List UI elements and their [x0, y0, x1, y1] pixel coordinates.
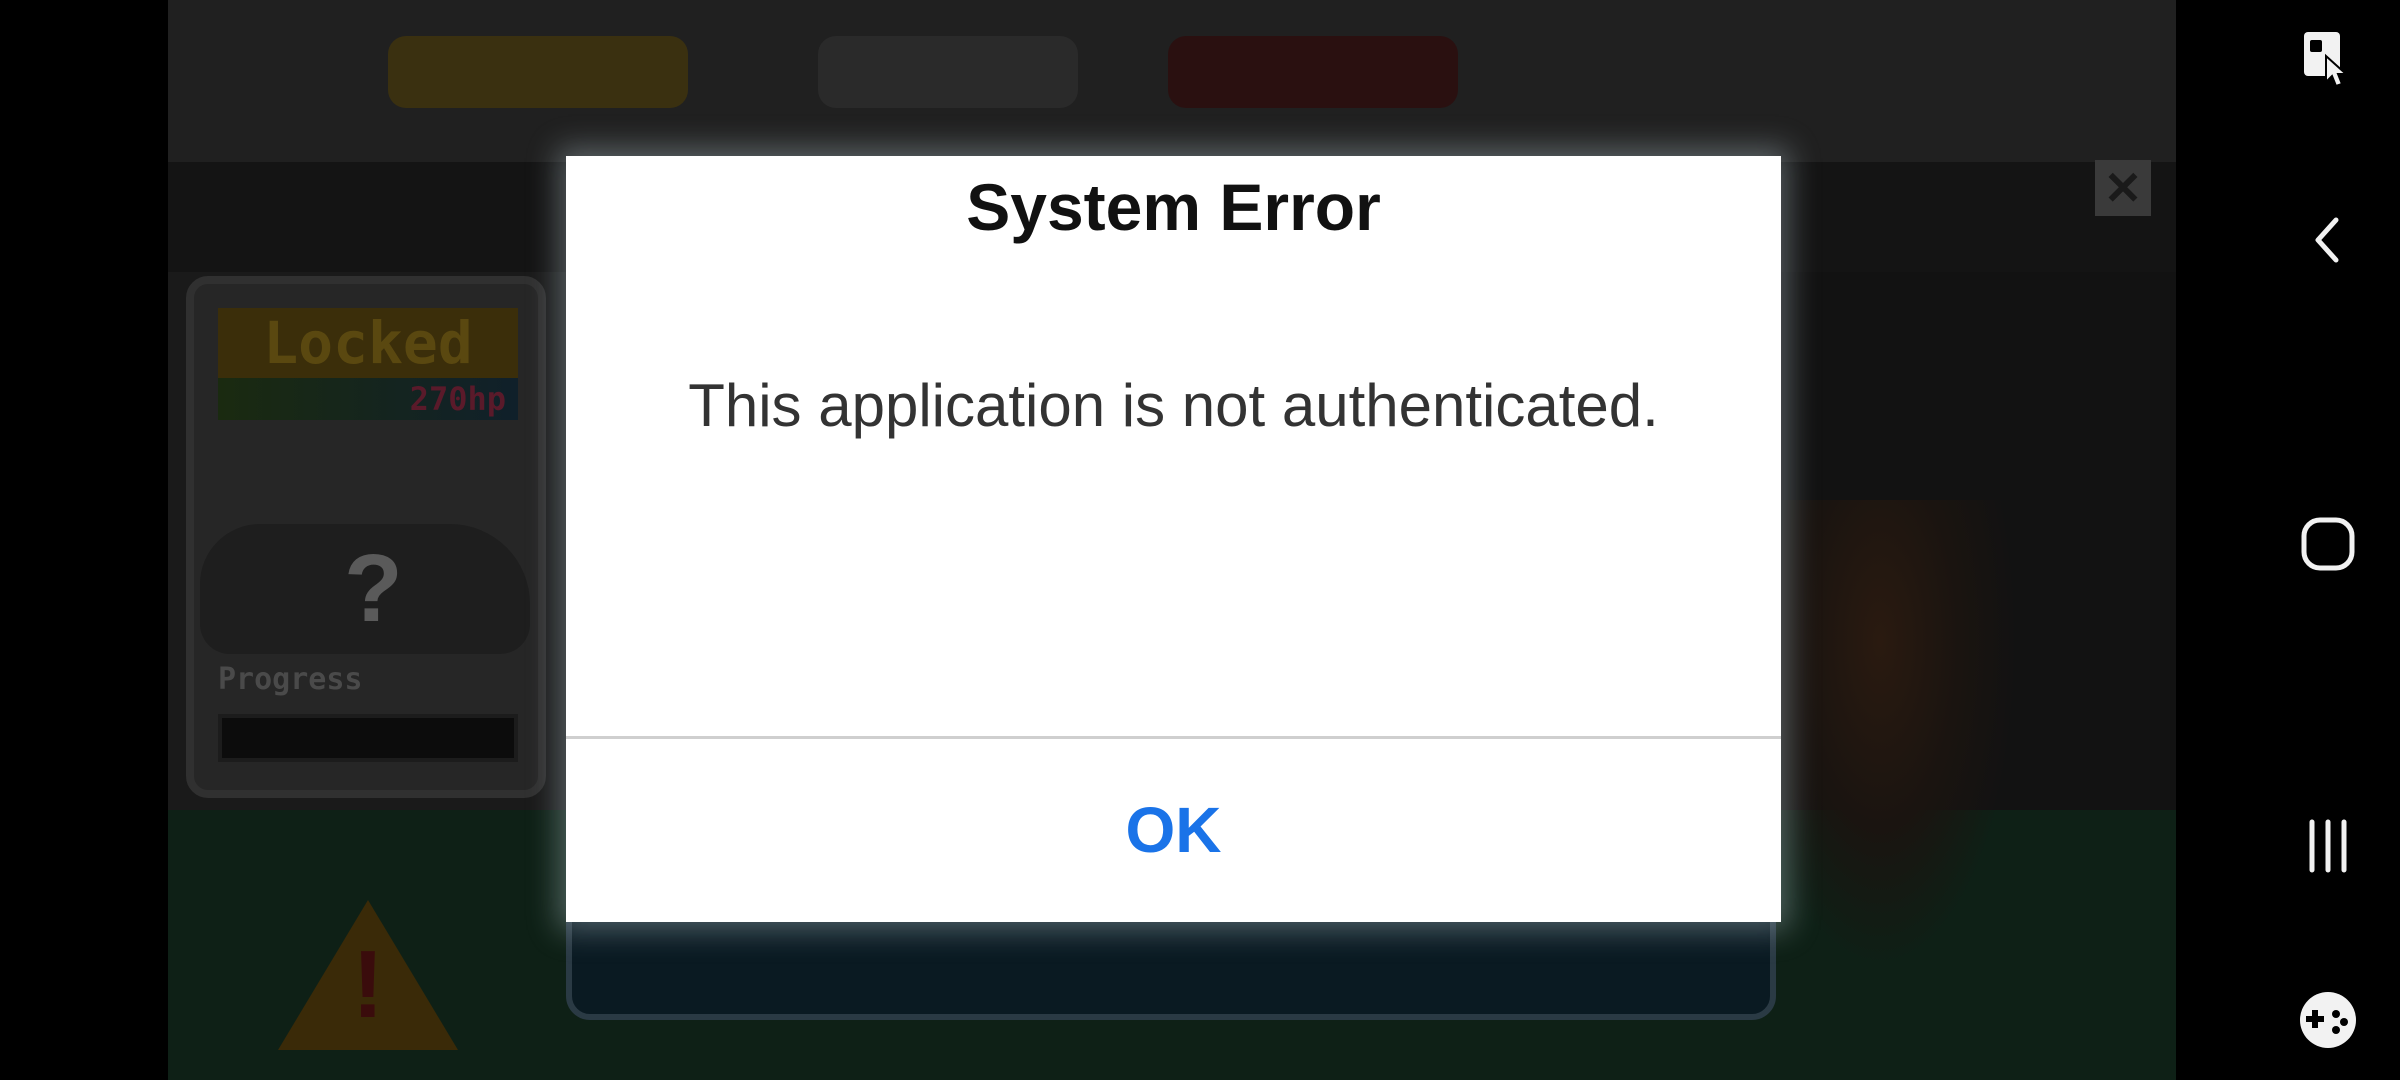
recents-icon[interactable]: [2268, 796, 2388, 896]
system-error-dialog: System Error This application is not aut…: [566, 156, 1781, 922]
game-close-icon[interactable]: ✕: [2095, 160, 2151, 216]
game-top-bar: [168, 0, 2176, 162]
currency-pill-silver: [818, 36, 1078, 108]
card-title: Locked: [218, 308, 518, 378]
card-progress-label: Progress: [218, 662, 363, 697]
dialog-title: System Error: [966, 170, 1381, 244]
currency-pill-red: [1168, 36, 1458, 108]
game-tools-icon[interactable]: [2268, 970, 2388, 1070]
currency-pill-gold: [388, 36, 688, 108]
warning-mark: !: [352, 931, 384, 1038]
home-glyph: [2301, 517, 2355, 571]
ok-button[interactable]: OK: [566, 739, 1781, 922]
dialog-message: This application is not authenticated.: [688, 372, 1659, 439]
game-tools-glyph: [2300, 992, 2356, 1048]
fighter-sprite: [1740, 500, 2020, 970]
card-hp: 270hp: [409, 380, 506, 418]
back-glyph: [2315, 217, 2339, 263]
mystery-icon: ?: [344, 535, 403, 642]
home-icon[interactable]: [2268, 494, 2388, 594]
card-progress-bar: [218, 714, 518, 762]
screen-touch-icon[interactable]: [2268, 8, 2388, 108]
locked-car-card: Locked 270hp ? Progress: [186, 276, 546, 798]
screen-touch-glyph: [2304, 32, 2349, 88]
card-hp-bar: 270hp: [218, 378, 518, 420]
back-icon[interactable]: [2268, 190, 2388, 290]
recents-glyph: [2309, 819, 2347, 873]
